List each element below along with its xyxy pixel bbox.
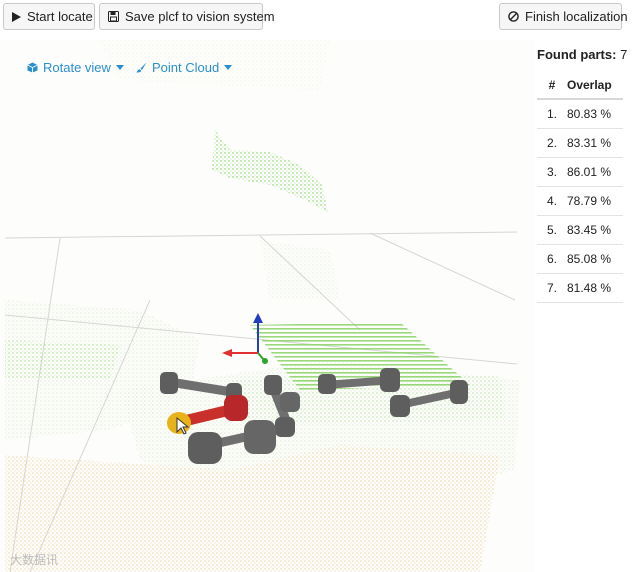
caret-down-icon [115,65,124,70]
table-header-row: # Overlap [537,72,623,100]
column-header-overlap: Overlap [567,72,623,100]
brush-icon [136,62,147,73]
finish-localization-button[interactable]: Finish localization [499,3,628,30]
table-row[interactable]: 2. 83.31 % [537,128,623,158]
column-header-index: # [537,72,567,100]
found-parts-count: 7 [620,47,628,62]
finish-localization-label: Finish localization [525,9,628,24]
rotate-view-label: Rotate view [43,60,111,75]
watermark: 大数据讯 [10,553,59,567]
row-index: 3. [537,157,567,187]
row-index: 4. [537,186,567,216]
play-icon [12,11,21,22]
cube-icon [27,62,38,73]
table-row[interactable]: 5. 83.45 % [537,215,623,245]
row-index: 7. [537,273,567,303]
table-row[interactable]: 1. 80.83 % [537,99,623,129]
point-cloud-viewport[interactable] [0,40,535,572]
start-locate-label: Start locate [27,9,93,24]
save-plcf-label: Save plcf to vision system [125,9,275,24]
table-row[interactable]: 7. 81.48 % [537,273,623,303]
row-overlap: 85.08 % [567,244,623,274]
row-index: 5. [537,215,567,245]
ban-icon [508,11,519,22]
parts-table: # Overlap 1. 80.83 % 2. 83.31 % 3. 86.01 % … [537,72,623,303]
row-overlap: 83.45 % [567,215,623,245]
caret-down-icon [224,65,233,70]
row-overlap: 80.83 % [567,99,623,129]
found-parts-label: Found parts: [537,47,617,62]
row-overlap: 83.31 % [567,128,623,158]
row-index: 1. [537,99,567,129]
start-locate-button[interactable]: Start locate [3,3,95,30]
point-cloud-left [5,340,120,380]
row-index: 2. [537,128,567,158]
save-icon [108,11,119,22]
row-overlap: 81.48 % [567,273,623,303]
table-row[interactable]: 6. 85.08 % [537,244,623,274]
row-overlap: 86.01 % [567,157,623,187]
row-index: 6. [537,244,567,274]
table-row[interactable]: 4. 78.79 % [537,186,623,216]
rotate-view-dropdown[interactable]: Rotate view [27,60,124,75]
row-overlap: 78.79 % [567,186,623,216]
table-row[interactable]: 3. 86.01 % [537,157,623,187]
found-parts: Found parts: 7 [537,47,637,62]
point-cloud-dropdown[interactable]: Point Cloud [136,60,233,75]
save-plcf-button[interactable]: Save plcf to vision system [99,3,275,30]
point-cloud-label: Point Cloud [152,60,220,75]
